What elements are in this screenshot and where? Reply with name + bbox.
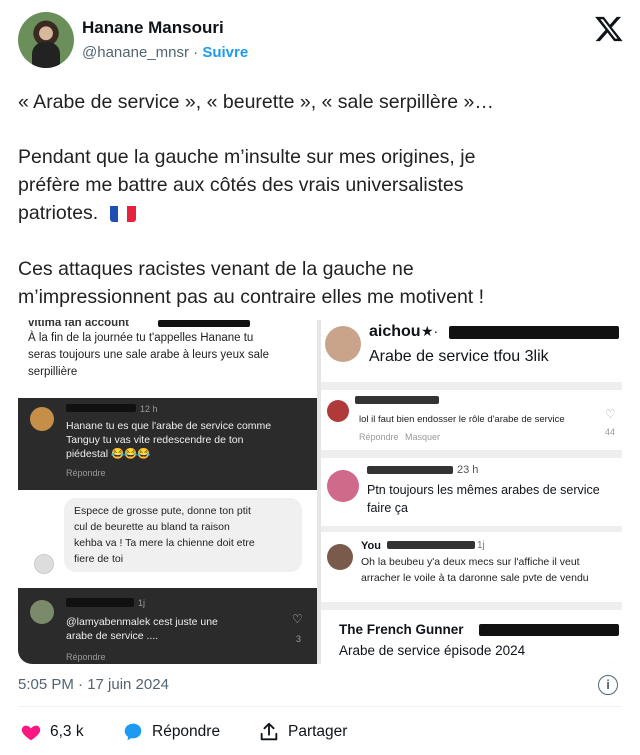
comment-card: aichou ★· Arabe de service tfou 3lik	[321, 320, 622, 382]
reply-link: Répondre	[66, 468, 106, 478]
comment-card: Espece de grosse pute, donne ton ptit cu…	[18, 490, 317, 588]
comment-author: You	[361, 540, 381, 552]
comment-text: fiere de toi	[74, 553, 124, 565]
redaction	[66, 598, 134, 607]
comment-text: serpillière	[28, 366, 78, 378]
commenter-avatar	[30, 407, 54, 431]
comment-card: lol il faut bien endosser le rôle d'arab…	[321, 390, 622, 450]
comment-time: 23 h	[457, 464, 479, 476]
separator: ·	[193, 44, 199, 61]
tweet-header: Hanane Mansouri @hanane_mnsr · Suivre	[18, 12, 628, 70]
like-count: 44	[605, 427, 616, 437]
comment-text: cul de beurette au bland ta raison	[74, 521, 230, 533]
comment-text: Hanane tu es que l'arabe de service comm…	[66, 420, 272, 432]
comment-bubble: Espece de grosse pute, donne ton ptit cu…	[64, 498, 302, 572]
comment-card: The French Gunner Arabe de service épiso…	[321, 610, 622, 664]
share-label: Partager	[288, 723, 348, 740]
comment-text: Arabe de service tfou 3lik	[369, 348, 549, 365]
comment-card: 12 h Hanane tu es que l'arabe de service…	[18, 398, 317, 490]
comment-text: arabe de service ....	[66, 630, 159, 642]
comment-text: Espece de grosse pute, donne ton ptit	[74, 505, 251, 517]
redaction	[449, 326, 619, 339]
comment-author: The French Gunner	[339, 622, 464, 637]
france-flag-icon	[109, 204, 136, 222]
comment-text: Arabe de service épisode 2024	[339, 643, 526, 658]
comment-text: Oh la beubeu y'a deux mecs sur l'affiche…	[361, 556, 580, 568]
redaction	[367, 466, 453, 474]
comment-text: À la fin de la journée tu t'appelles Han…	[28, 332, 254, 344]
follow-button[interactable]: Suivre	[202, 44, 248, 61]
heart-icon	[21, 725, 41, 741]
avatar[interactable]	[18, 12, 74, 68]
heart-outline-icon: ♡	[605, 407, 616, 421]
tweet-text-line: Pendant que la gauche m’insulte sur mes …	[18, 146, 476, 168]
comment-text: kehba va ! Ta mere la chienne doit etre	[74, 537, 255, 549]
tweet-timestamp[interactable]: 5:05 PM · 17 juin 2024	[18, 676, 169, 693]
redaction	[355, 396, 439, 404]
comment-time: 1j	[138, 598, 146, 608]
action-bar: 6,3 k Répondre Partager	[18, 718, 622, 748]
reply-bubble-icon	[124, 723, 142, 741]
reply-link: Répondre	[66, 652, 106, 662]
info-icon[interactable]: i	[598, 675, 618, 695]
comment-text: faire ça	[367, 501, 408, 515]
comment-text: arracher le voile à ta daronne sale pvte…	[361, 572, 589, 584]
reply-label: Répondre	[152, 723, 221, 740]
tweet-text-line: préfère me battre aux côtés des vrais un…	[18, 174, 464, 196]
author-name[interactable]: Hanane Mansouri	[82, 18, 224, 38]
share-icon	[260, 722, 278, 741]
comment-author: aichou	[369, 323, 421, 340]
comment-text: Ptn toujours les mêmes arabes de service	[367, 483, 600, 497]
reply-link: Répondre	[359, 432, 399, 442]
share-button[interactable]: Partager	[258, 718, 347, 746]
media-left-image[interactable]: vitima fan account À la fin de la journé…	[18, 320, 317, 664]
commenter-avatar	[325, 326, 361, 362]
hide-link: Masquer	[405, 432, 441, 442]
comment-card: You 1j Oh la beubeu y'a deux mecs sur l'…	[321, 532, 622, 602]
tweet-text-line: Ces attaques racistes venant de la gauch…	[18, 258, 414, 280]
media-right-image[interactable]: aichou ★· Arabe de service tfou 3lik lol…	[321, 320, 622, 664]
comment-time: 1j	[477, 540, 485, 551]
comment-card: 1j @lamyabenmalek cest juste une arabe d…	[18, 588, 317, 664]
author-handle[interactable]: @hanane_mnsr	[82, 44, 189, 61]
media-grid[interactable]: vitima fan account À la fin de la journé…	[18, 320, 622, 664]
comment-text: piédestal 😂😂😂	[66, 448, 151, 460]
commenter-avatar	[327, 470, 359, 502]
like-count: 6,3 k	[50, 723, 84, 740]
like-count: 3	[296, 634, 302, 644]
comment-text: lol il faut bien endosser le rôle d'arab…	[359, 414, 565, 425]
commenter-avatar	[327, 544, 353, 570]
redaction	[387, 541, 475, 549]
comment-time: 12 h	[140, 404, 158, 414]
redaction	[479, 624, 619, 636]
heart-outline-icon: ♡	[292, 612, 303, 626]
handle-row: @hanane_mnsr · Suivre	[82, 44, 248, 61]
star-icon: ★·	[421, 323, 439, 339]
tweet-text-line: « Arabe de service », « beurette », « sa…	[18, 91, 494, 113]
comment-text: seras toujours une sale arabe à leurs ye…	[28, 349, 270, 361]
commenter-avatar	[30, 600, 54, 624]
default-avatar-icon	[34, 554, 54, 574]
comment-card: 23 h Ptn toujours les mêmes arabes de se…	[321, 458, 622, 526]
divider	[18, 706, 622, 707]
comment-card: vitima fan account À la fin de la journé…	[18, 320, 317, 398]
tweet-text-span: patriotes.	[18, 202, 99, 224]
commenter-avatar	[327, 400, 349, 422]
redaction	[66, 404, 136, 412]
like-button[interactable]: 6,3 k	[20, 718, 84, 746]
comment-text: @lamyabenmalek cest juste une	[66, 616, 218, 628]
comment-author: vitima fan account	[28, 320, 129, 329]
comment-text: Tanguy tu vas vite redescendre de ton	[66, 434, 244, 446]
redaction	[158, 320, 250, 327]
tweet-text-line: patriotes.	[18, 199, 136, 227]
tweet-card: Hanane Mansouri @hanane_mnsr · Suivre « …	[0, 0, 640, 755]
tweet-text-line: m’impressionnent pas au contraire elles …	[18, 286, 485, 308]
x-logo-icon[interactable]	[594, 14, 624, 44]
reply-button[interactable]: Répondre	[122, 718, 220, 746]
